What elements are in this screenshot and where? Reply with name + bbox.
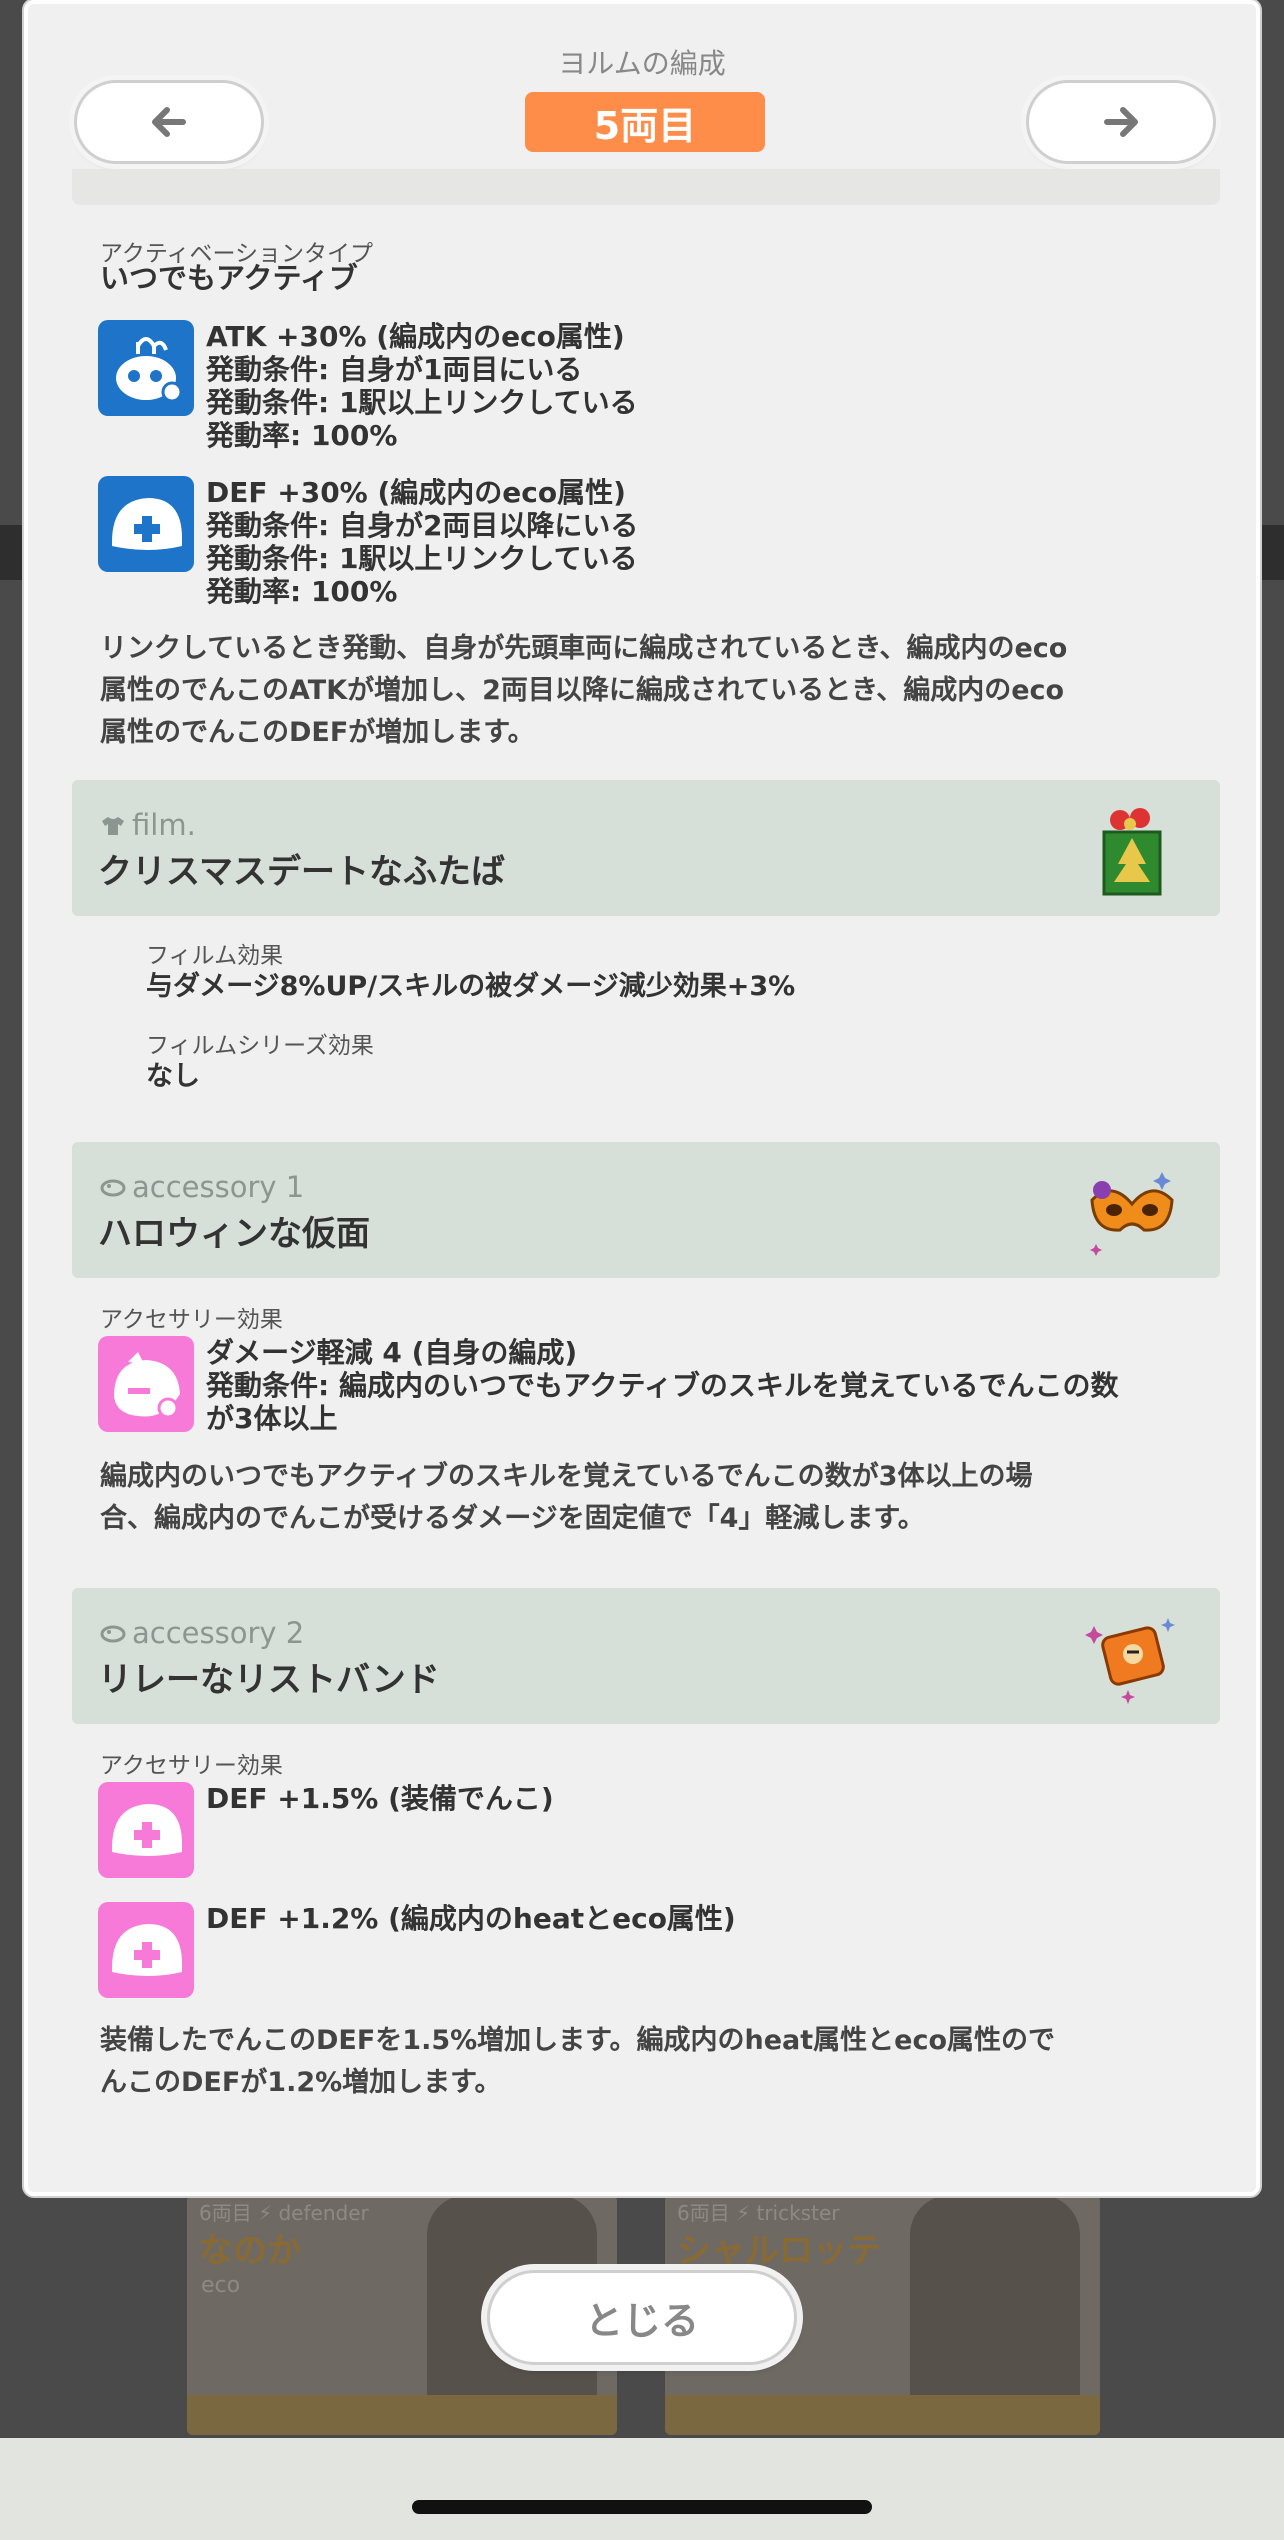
film-kind-label: film. [100, 808, 196, 842]
previous-car-button[interactable] [74, 80, 264, 164]
card-tag: eco [201, 2273, 241, 2298]
accessory1-effect-label: アクセサリー効果 [100, 1307, 283, 1333]
skill-effect-2: DEF +30% (編成内のeco属性) 発動条件: 自身が2両目以降にいる 発… [98, 476, 1198, 616]
accessory2-effect-1: DEF +1.5% (装備でんこ) [98, 1782, 1208, 1882]
skill-description: リンクしているとき発動、自身が先頭車両に編成されているとき、編成内のeco 属性… [100, 628, 1210, 754]
card-bar [187, 2395, 617, 2435]
activation-type-value: いつでもアクティブ [100, 261, 358, 295]
accessory2-kind-text: accessory 2 [132, 1616, 305, 1650]
skill-effect-lines: ATK +30% (編成内のeco属性) 発動条件: 自身が1両目にいる 発動条… [206, 320, 638, 452]
description-line: んこのDEFが1.2%増加します。 [100, 2067, 502, 2098]
header-divider [72, 169, 1220, 205]
film-effect-value: 与ダメージ8%UP/スキルの被ダメージ減少効果+3% [146, 971, 796, 1002]
effect-line: 発動条件: 1駅以上リンクしている [206, 386, 638, 419]
accessory1-card[interactable]: accessory 1 ハロウィンな仮面 [72, 1142, 1220, 1278]
home-indicator[interactable] [412, 2500, 872, 2514]
skill-effect-lines: DEF +30% (編成内のeco属性) 発動条件: 自身が2両目以降にいる 発… [206, 476, 638, 608]
bottom-safe-area [0, 2438, 1284, 2540]
accessory1-name: ハロウィンな仮面 [98, 1214, 370, 1254]
car-number-badge: 5両目 [525, 92, 765, 152]
next-car-button[interactable] [1026, 80, 1216, 164]
accessory2-effect-line: DEF +1.2% (編成内のheatとeco属性) [206, 1902, 736, 1935]
card-meta: 6両目 ⚡ defender [199, 2201, 369, 2225]
description-line: 合、編成内のでんこが受けるダメージを固定値で「4」軽減します。 [100, 1503, 925, 1534]
accessory2-effect-label: アクセサリー効果 [100, 1753, 283, 1779]
effect-line: 発動率: 100% [206, 419, 398, 452]
close-button[interactable]: とじる [487, 2270, 797, 2365]
tshirt-icon [102, 817, 124, 835]
film-card[interactable]: film. クリスマスデートなふたば [72, 780, 1220, 916]
effect-line: ATK +30% (編成内のeco属性) [206, 320, 625, 353]
film-series-label: フィルムシリーズ効果 [146, 1033, 374, 1059]
skill-effect-1: ATK +30% (編成内のeco属性) 発動条件: 自身が1両目にいる 発動条… [98, 320, 1198, 460]
wristband-icon [1085, 1618, 1175, 1704]
description-line: リンクしているとき発動、自身が先頭車両に編成されているとき、編成内のeco [100, 633, 1068, 664]
description-line: 装備したでんこのDEFを1.5%増加します。編成内のheat属性とeco属性ので [100, 2025, 1056, 2056]
ring-icon [100, 1625, 126, 1643]
effect-line: が3体以上 [206, 1402, 338, 1435]
effect-line: 発動条件: 自身が2両目以降にいる [206, 509, 639, 542]
formation-detail-modal: ヨルムの編成 5両目 アクティベーションタイプ いつでもアクティブ ATK +3… [24, 0, 1260, 2196]
accessory1-kind-label: accessory 1 [100, 1170, 304, 1204]
effect-line: 発動条件: 自身が1両目にいる [206, 353, 583, 386]
film-effect-label: フィルム効果 [146, 943, 284, 969]
accessory2-effect-line: DEF +1.5% (装備でんこ) [206, 1782, 554, 1815]
film-kind-text: film. [132, 808, 196, 842]
card-meta: 6両目 ⚡ trickster [677, 2201, 840, 2225]
accessory1-effect: ダメージ軽減 4 (自身の編成) 発動条件: 編成内のいつでもアクティブのスキル… [98, 1336, 1208, 1446]
description-line: 属性のでんこのATKが増加し、2両目以降に編成されているとき、編成内のeco [100, 675, 1065, 706]
halloween-mask-icon [1090, 1172, 1174, 1256]
description-line: 属性のでんこのDEFが増加します。 [100, 717, 535, 748]
film-series-value: なし [146, 1061, 200, 1092]
modal-title: ヨルムの編成 [558, 47, 726, 80]
accessory2-description: 装備したでんこのDEFを1.5%増加します。編成内のheat属性とeco属性ので… [100, 2020, 1210, 2104]
arrow-right-icon [1104, 107, 1138, 137]
accessory2-card[interactable]: accessory 2 リレーなリストバンド [72, 1588, 1220, 1724]
helmet-icon [98, 1902, 194, 1998]
description-line: 編成内のいつでもアクティブのスキルを覚えているでんこの数が3体以上の場 [100, 1461, 1033, 1492]
effect-line: 発動率: 100% [206, 575, 398, 608]
effect-line: 発動条件: 編成内のいつでもアクティブのスキルを覚えているでんこの数 [206, 1369, 1119, 1402]
effect-line: ダメージ軽減 4 (自身の編成) [206, 1336, 578, 1369]
arrow-left-icon [152, 107, 186, 137]
accessory2-kind-label: accessory 2 [100, 1616, 304, 1650]
effect-line: DEF +30% (編成内のeco属性) [206, 476, 626, 509]
card-bar [665, 2395, 1100, 2435]
helmet-icon [98, 1782, 194, 1878]
accessory2-effect-2: DEF +1.2% (編成内のheatとeco属性) [98, 1902, 1208, 2002]
ring-icon [100, 1179, 126, 1197]
accessory2-name: リレーなリストバンド [98, 1660, 440, 1700]
shield-denko-icon [98, 1336, 194, 1432]
film-name: クリスマスデートなふたば [98, 852, 505, 892]
battery-robot-icon [98, 320, 194, 416]
effect-line: 発動条件: 1駅以上リンクしている [206, 542, 638, 575]
accessory1-effect-lines: ダメージ軽減 4 (自身の編成) 発動条件: 編成内のいつでもアクティブのスキル… [206, 1336, 1118, 1435]
christmas-gift-bag-icon [1102, 808, 1162, 896]
accessory1-kind-text: accessory 1 [132, 1170, 305, 1204]
helmet-icon [98, 476, 194, 572]
card-name: なのか [199, 2231, 301, 2271]
card-name: シャルロッテ [677, 2231, 881, 2271]
accessory1-description: 編成内のいつでもアクティブのスキルを覚えているでんこの数が3体以上の場 合、編成… [100, 1456, 1210, 1540]
